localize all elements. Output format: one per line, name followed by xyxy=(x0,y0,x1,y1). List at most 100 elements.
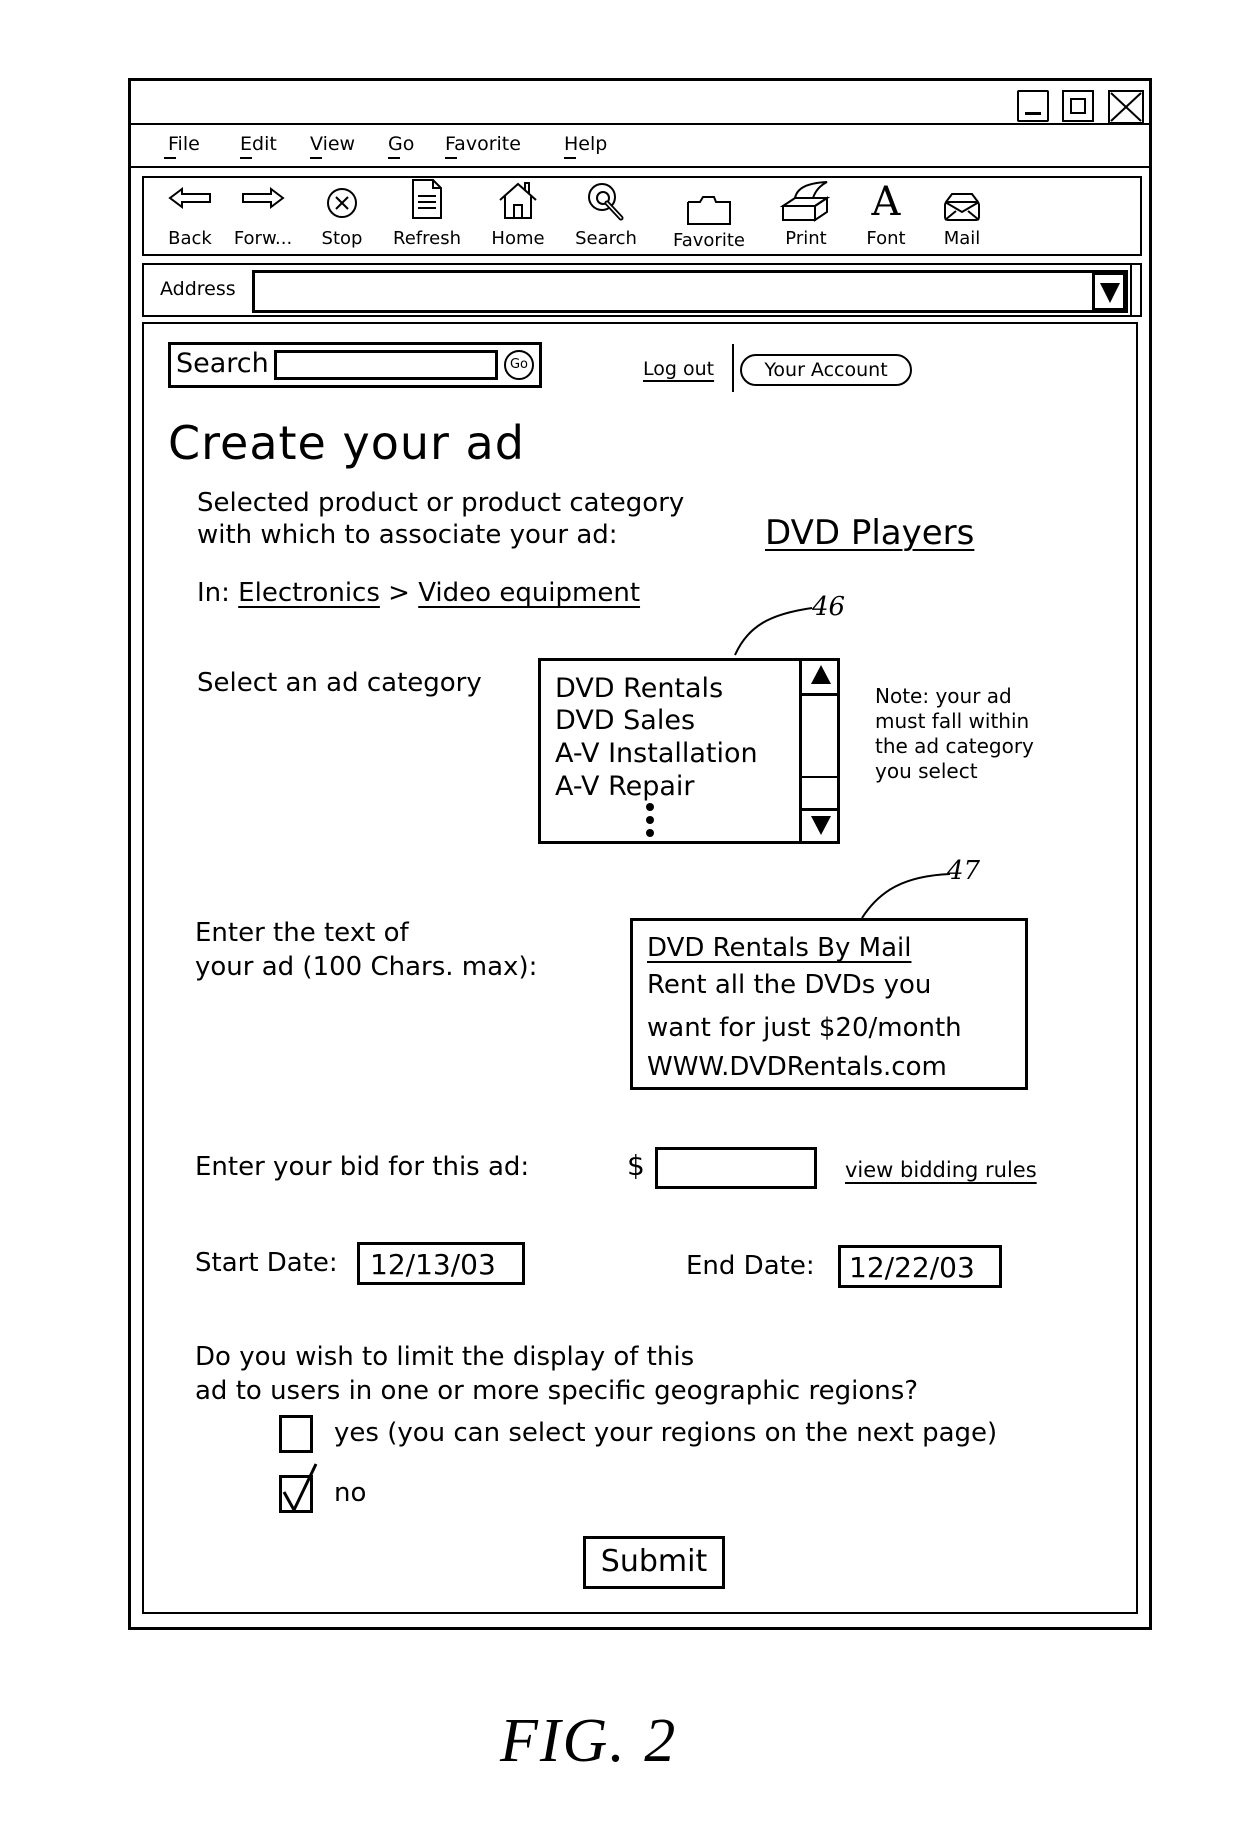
listbox-option[interactable]: A-V Installation xyxy=(555,738,758,769)
scroll-thumb[interactable] xyxy=(802,776,840,811)
ad-url-line: WWW.DVDRentals.com xyxy=(647,1052,947,1082)
home-button[interactable]: Home xyxy=(478,180,558,250)
go-label: Go xyxy=(509,357,529,372)
print-button[interactable]: Print xyxy=(766,180,846,250)
page-title: Create your ad xyxy=(168,416,525,470)
selected-product-value[interactable]: DVD Players xyxy=(765,516,974,550)
mail-button[interactable]: Mail xyxy=(922,180,1002,250)
scroll-up-button[interactable] xyxy=(802,658,840,696)
geo-yes-checkbox[interactable] xyxy=(279,1415,313,1453)
geo-yes-label[interactable]: yes (you can select your regions on the … xyxy=(334,1420,997,1446)
menu-go[interactable]: Go xyxy=(388,133,415,159)
stop-icon xyxy=(327,188,357,218)
figure-caption: FIG. 2 xyxy=(500,1707,678,1775)
font-icon: A xyxy=(871,179,901,225)
back-button[interactable]: Back xyxy=(150,183,230,253)
breadcrumb-separator: > xyxy=(388,578,410,608)
menu-file[interactable]: File xyxy=(164,133,200,159)
menu-favorite[interactable]: Favorite xyxy=(445,133,521,159)
bid-currency: $ xyxy=(627,1149,645,1182)
site-search-input[interactable] xyxy=(274,350,498,380)
scroll-up-icon xyxy=(811,665,831,684)
maximize-button[interactable] xyxy=(1062,90,1094,122)
search-label: Search xyxy=(575,228,637,249)
favorite-button[interactable]: Favorite xyxy=(664,186,754,256)
forward-label: Forw... xyxy=(233,228,293,249)
selected-product-label-line2: with which to associate your ad: xyxy=(197,520,618,550)
ad-category-listbox[interactable]: DVD Rentals DVD Sales A-V Installation A… xyxy=(538,658,840,844)
geo-no-label[interactable]: no xyxy=(334,1480,366,1506)
scroll-down-button[interactable] xyxy=(802,808,840,841)
print-label: Print xyxy=(785,228,827,249)
mnemonic-underline xyxy=(564,157,576,159)
ad-category-note-line1: Note: your ad xyxy=(875,684,1012,708)
mail-label: Mail xyxy=(943,228,981,249)
document-icon xyxy=(412,179,442,219)
bid-input[interactable] xyxy=(655,1147,817,1189)
address-dropdown-button[interactable] xyxy=(1092,272,1126,311)
back-label: Back xyxy=(168,228,212,249)
ad-text-area[interactable]: DVD Rentals By Mail Rent all the DVDs yo… xyxy=(630,918,1028,1090)
mnemonic-underline xyxy=(445,157,457,159)
ad-text-label-line2: your ad (100 Chars. max): xyxy=(195,952,538,982)
menu-help[interactable]: Help xyxy=(564,133,608,159)
listbox-scrollbar[interactable] xyxy=(799,658,840,844)
close-icon xyxy=(1110,92,1142,122)
menu-go-label: Go xyxy=(388,133,415,155)
your-account-button[interactable]: Your Account xyxy=(740,354,912,386)
menu-view[interactable]: View xyxy=(310,133,356,159)
listbox-option[interactable]: DVD Rentals xyxy=(555,673,723,704)
end-date-label: End Date: xyxy=(686,1251,815,1281)
favorite-label: Favorite xyxy=(673,230,745,251)
geo-question-line1: Do you wish to limit the display of this xyxy=(195,1342,695,1372)
end-date-value: 12/22/03 xyxy=(849,1251,975,1284)
mnemonic-underline xyxy=(310,157,322,159)
link-separator xyxy=(732,344,734,392)
go-button[interactable]: Go xyxy=(504,350,534,380)
dropdown-arrow-icon xyxy=(1100,283,1120,303)
breadcrumb-video-equipment[interactable]: Video equipment xyxy=(418,578,640,608)
selected-product-label-line1: Selected product or product category xyxy=(197,488,685,518)
breadcrumb-electronics[interactable]: Electronics xyxy=(238,578,380,608)
ad-body-line2: want for just $20/month xyxy=(647,1013,962,1043)
reference-numeral-46: 46 xyxy=(812,592,846,622)
listbox-option[interactable]: A-V Repair xyxy=(555,771,695,802)
start-date-value: 12/13/03 xyxy=(370,1248,496,1281)
start-date-label: Start Date: xyxy=(195,1248,338,1278)
submit-button[interactable]: Submit xyxy=(583,1536,725,1589)
ad-category-note-line3: the ad category xyxy=(875,734,1034,758)
start-date-input[interactable]: 12/13/03 xyxy=(357,1242,525,1285)
checkmark-icon xyxy=(282,1463,318,1514)
address-input[interactable] xyxy=(252,270,1128,313)
bid-label: Enter your bid for this ad: xyxy=(195,1152,530,1182)
maximize-icon xyxy=(1070,98,1086,114)
address-bar-edge xyxy=(1130,263,1135,317)
forward-button[interactable]: Forw... xyxy=(223,183,303,253)
stop-button[interactable]: Stop xyxy=(302,183,382,253)
end-date-input[interactable]: 12/22/03 xyxy=(838,1245,1002,1288)
refresh-button[interactable]: Refresh xyxy=(387,176,467,249)
ad-headline: DVD Rentals By Mail xyxy=(647,933,912,963)
breadcrumb: In: Electronics > Video equipment xyxy=(197,580,640,606)
home-label: Home xyxy=(491,228,545,249)
back-arrow-icon xyxy=(168,187,211,209)
geo-question-line2: ad to users in one or more specific geog… xyxy=(195,1376,919,1406)
menu-favorite-label: Favorite xyxy=(445,133,521,155)
forward-arrow-icon xyxy=(242,187,285,209)
close-button[interactable] xyxy=(1108,90,1144,124)
menu-edit[interactable]: Edit xyxy=(240,133,277,159)
minimize-button[interactable] xyxy=(1017,90,1049,122)
menu-edit-label: Edit xyxy=(240,133,277,155)
menu-help-label: Help xyxy=(564,133,608,155)
listbox-option[interactable]: DVD Sales xyxy=(555,705,695,736)
ad-category-note-line2: must fall within xyxy=(875,709,1030,733)
address-label: Address xyxy=(160,278,236,300)
font-button[interactable]: A Font xyxy=(846,180,926,250)
menu-view-label: View xyxy=(310,133,356,155)
view-bidding-rules-link[interactable]: view bidding rules xyxy=(845,1160,1037,1181)
search-button[interactable]: Search xyxy=(566,180,646,250)
logout-link[interactable]: Log out xyxy=(643,360,714,379)
mnemonic-underline xyxy=(164,157,176,159)
reference-leader-47 xyxy=(861,873,951,919)
scroll-down-icon xyxy=(811,816,831,835)
